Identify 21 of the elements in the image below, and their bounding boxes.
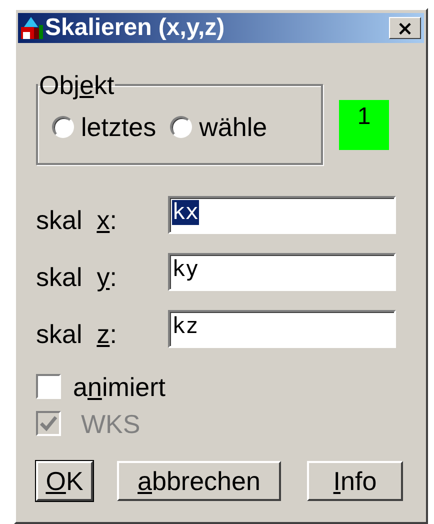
close-button[interactable]: × [389, 17, 421, 39]
group-legend: Objekt [38, 70, 116, 100]
field-label: skal x: [36, 204, 118, 235]
radio-button[interactable] [52, 116, 74, 138]
field-label: skal y: [36, 261, 118, 292]
window-title: Skalieren (x,y,z) [45, 13, 226, 43]
object-count-badge: 1 [339, 100, 389, 150]
checkbox-label: animiert [73, 372, 166, 402]
info-button[interactable]: Info [307, 461, 403, 501]
field-label: skal z: [36, 318, 118, 349]
checkbox-label: WKS [81, 408, 140, 438]
input-field[interactable]: kz [168, 310, 396, 348]
radio-label: letztes [81, 112, 156, 142]
checkbox[interactable] [36, 374, 61, 399]
ok-button[interactable]: OK [36, 461, 93, 501]
input-field[interactable]: ky [168, 253, 396, 291]
house-icon [20, 16, 44, 40]
cancel-button[interactable]: abbrechen [117, 461, 281, 501]
radio-label: wähle [199, 112, 268, 142]
radio-button[interactable] [170, 116, 192, 138]
input-field[interactable]: kx [168, 196, 396, 234]
